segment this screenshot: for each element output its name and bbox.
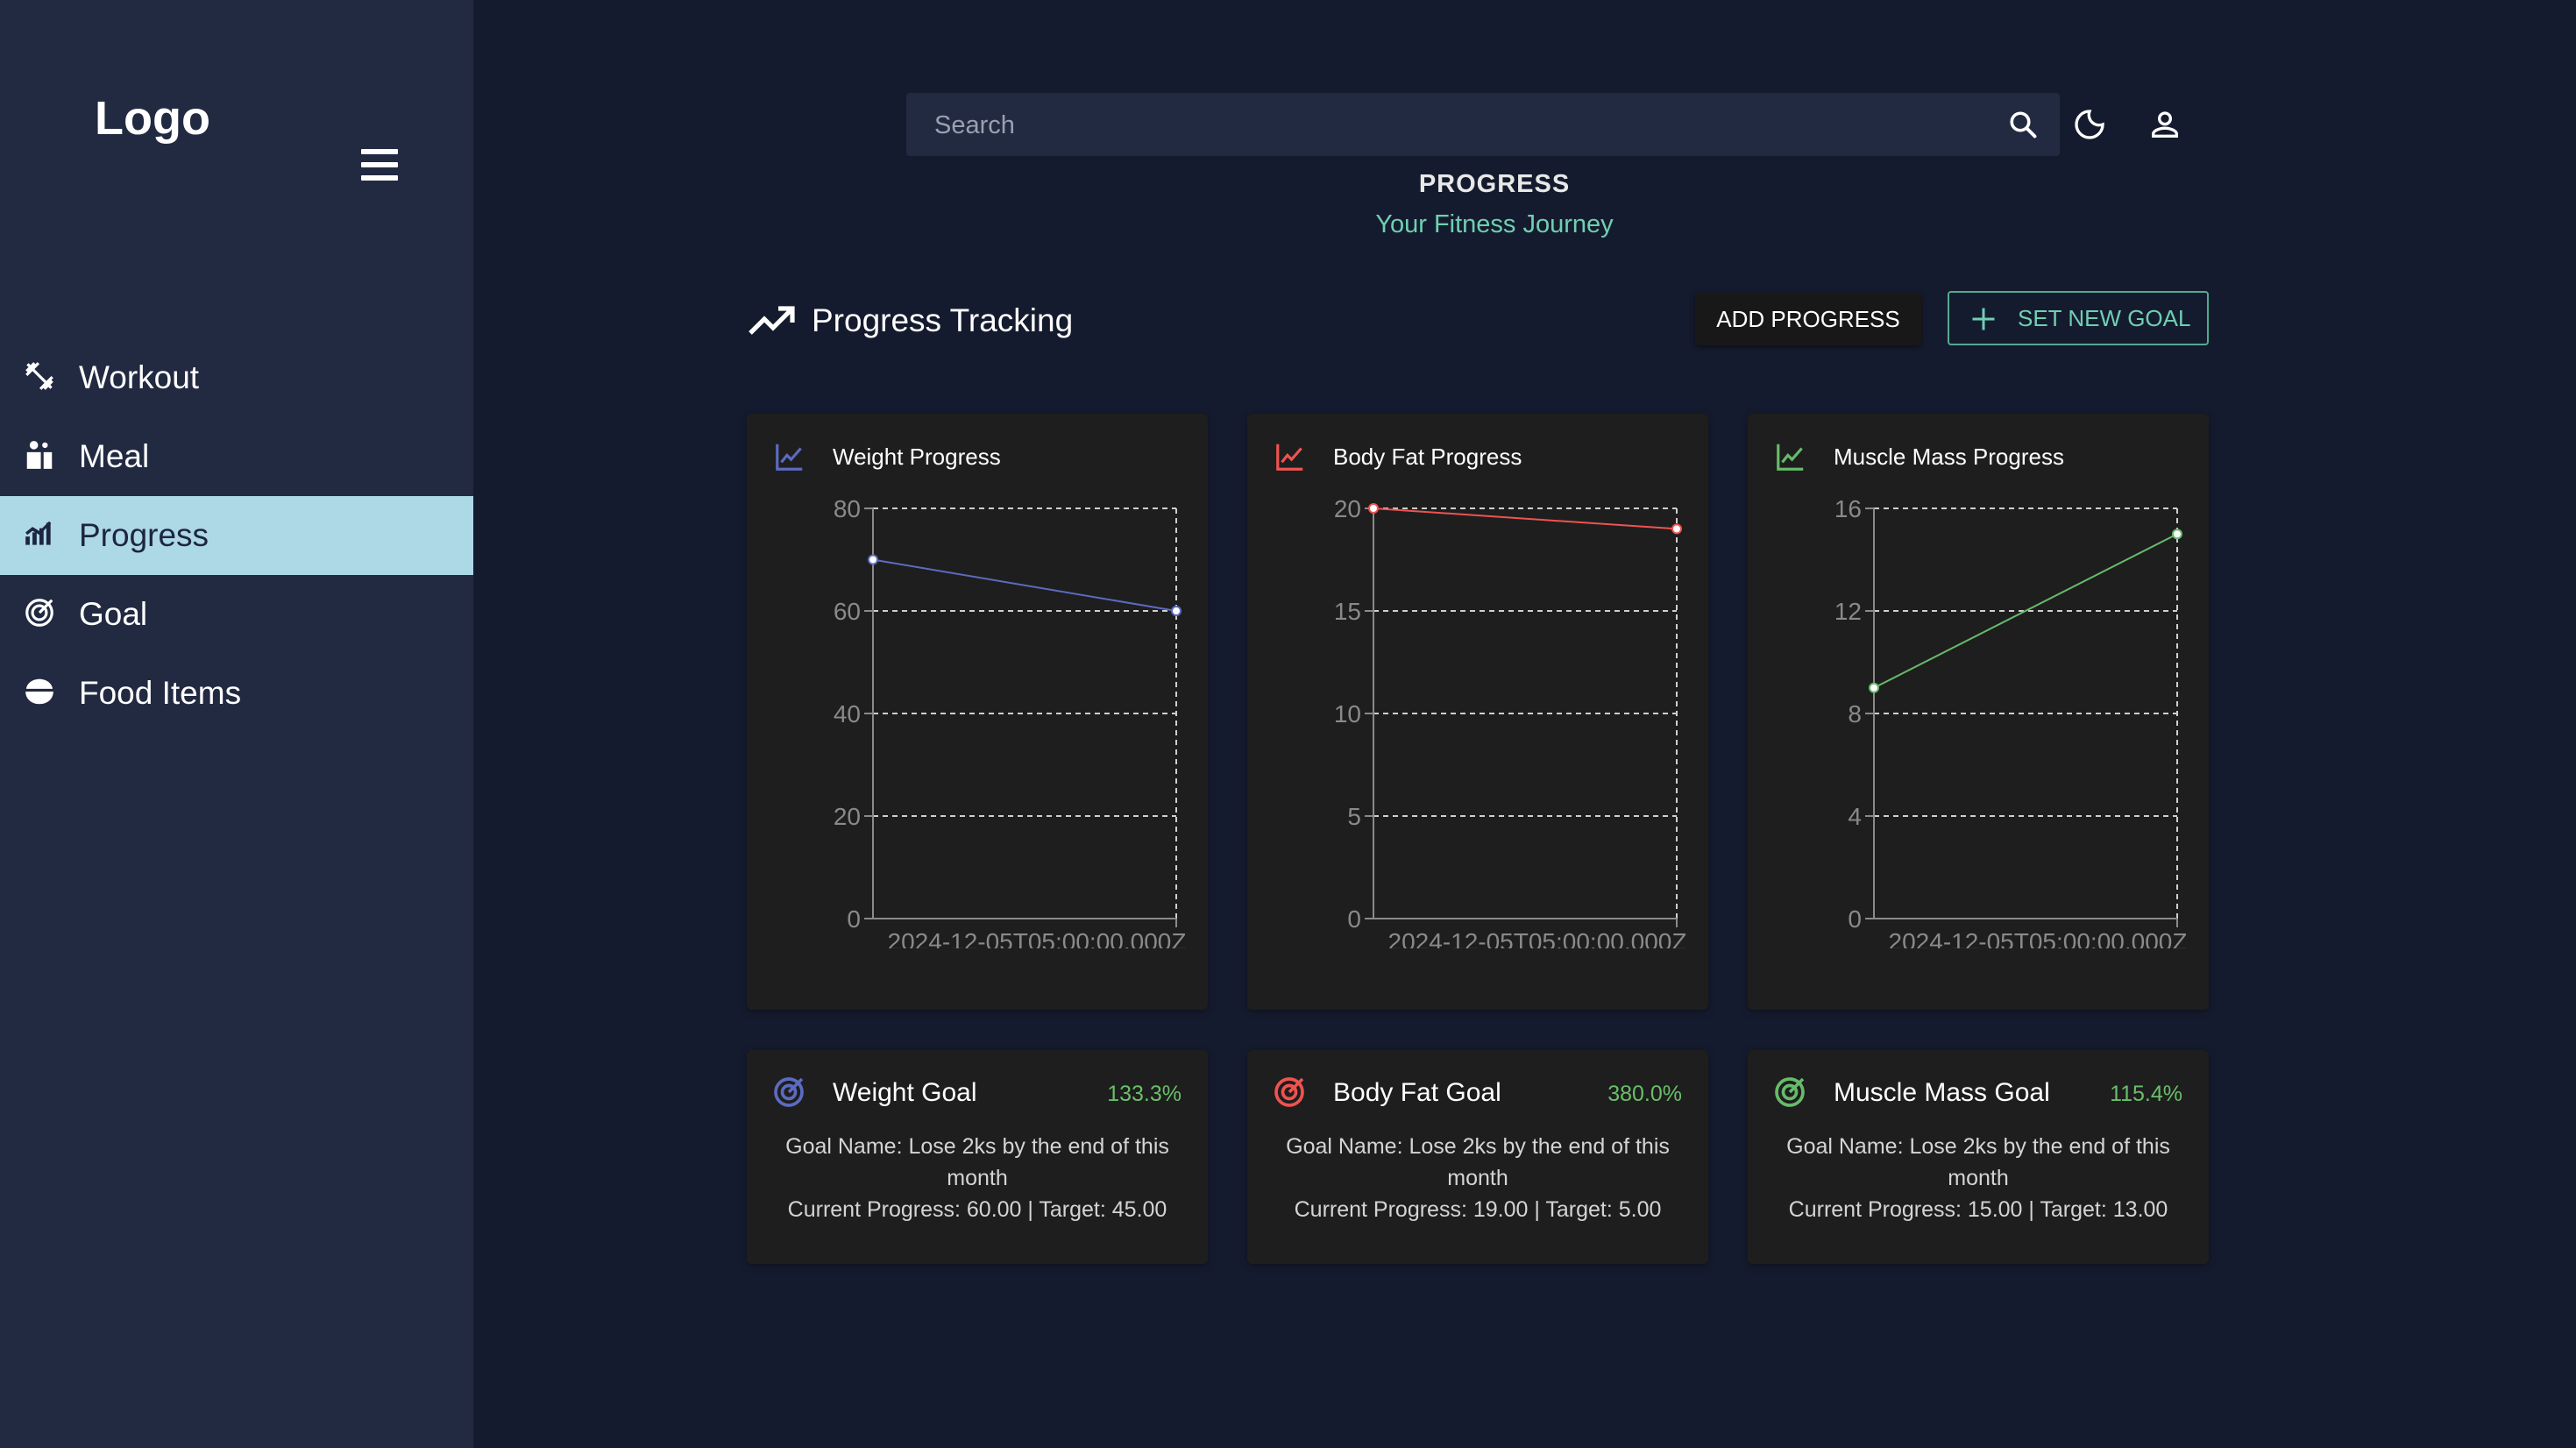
goal-title: Body Fat Goal xyxy=(1333,1078,1501,1107)
add-progress-button[interactable]: ADD PROGRESS xyxy=(1695,293,1921,345)
y-tick-label: 5 xyxy=(1347,803,1361,830)
sidebar-item-meal[interactable]: Meal xyxy=(0,417,473,496)
goal-title: Weight Goal xyxy=(833,1078,977,1107)
goal-title: Muscle Mass Goal xyxy=(1834,1078,2050,1107)
goal-percent: 133.3% xyxy=(1107,1082,1182,1106)
y-tick-label: 80 xyxy=(834,495,861,522)
sidebar-item-label: Meal xyxy=(79,438,150,474)
weight-chart: 0 20 40 60 80 2024-12-05T05:00:00.000Z xyxy=(834,495,1187,948)
goal-name: Goal Name: Lose 2ks by the end of this m… xyxy=(1786,1134,2170,1190)
body-fat-progress-card: Body Fat Progress 0 5 10 15 20 2024-12-05T05:… xyxy=(1247,414,1708,1010)
plus-icon xyxy=(1972,308,1995,330)
search-icon[interactable] xyxy=(2007,109,2039,140)
weight-goal-card: Weight Goal 133.3% Goal Name: Lose 2ks b… xyxy=(747,1050,1208,1264)
chart-title: Weight Progress xyxy=(833,444,1001,470)
data-point xyxy=(1368,503,1379,514)
y-tick-label: 12 xyxy=(1834,598,1862,625)
data-point xyxy=(1869,682,1879,693)
series-line xyxy=(1873,533,2178,689)
series-line xyxy=(1373,508,1678,530)
search-input[interactable] xyxy=(933,93,1953,158)
goal-percent: 115.4% xyxy=(2110,1082,2182,1106)
body-fat-goal-card: Body Fat Goal 380.0% Goal Name: Lose 2ks… xyxy=(1247,1050,1708,1264)
y-tick-label: 0 xyxy=(847,905,861,933)
x-tick-label: 2024-12-05T05:00:00.000Z xyxy=(1388,928,1687,948)
dumbbell-icon xyxy=(25,362,53,390)
weight-progress-card: Weight Progress 0 20 40 60 80 2024-12-05T05:0… xyxy=(747,414,1208,1010)
sidebar-item-label: Workout xyxy=(79,359,200,395)
bar-chart-icon xyxy=(25,521,52,545)
sidebar-item-goal[interactable]: Goal xyxy=(0,575,473,654)
trending-up-icon xyxy=(749,306,795,335)
page-title: PROGRESS xyxy=(1418,170,1571,198)
line-chart-icon xyxy=(1777,444,1804,471)
muscle-mass-chart: 0 4 8 12 16 2024-12-05T05:00:00.000Z xyxy=(1834,495,2188,948)
rice-bowl-icon xyxy=(25,678,53,705)
data-point xyxy=(1671,523,1682,535)
target-icon xyxy=(774,1077,804,1107)
target-icon xyxy=(1274,1077,1304,1107)
data-point xyxy=(2172,529,2182,540)
y-tick-label: 4 xyxy=(1848,803,1862,830)
chart-title: Body Fat Progress xyxy=(1333,444,1522,470)
goal-name: Goal Name: Lose 2ks by the end of this m… xyxy=(785,1134,1169,1190)
muscle-mass-goal-card: Muscle Mass Goal 115.4% Goal Name: Lose … xyxy=(1748,1050,2209,1264)
data-point xyxy=(1171,606,1182,616)
sidebar-nav: Workout Meal Progress Goal Food Items xyxy=(0,338,473,733)
chart-title: Muscle Mass Progress xyxy=(1834,444,2064,470)
section-title: Progress Tracking xyxy=(812,302,1074,338)
y-tick-label: 8 xyxy=(1848,700,1862,728)
line-chart-icon xyxy=(1276,444,1303,471)
logo: Logo xyxy=(95,92,210,145)
goal-progress: Current Progress: 19.00 | Target: 5.00 xyxy=(1294,1197,1662,1222)
set-new-goal-label: SET NEW GOAL xyxy=(2018,305,2191,331)
target-icon xyxy=(25,599,53,627)
goal-progress: Current Progress: 60.00 | Target: 45.00 xyxy=(787,1197,1167,1222)
y-tick-label: 16 xyxy=(1834,495,1862,522)
meal-icon xyxy=(26,441,53,469)
y-tick-label: 0 xyxy=(1848,905,1862,933)
series-line xyxy=(872,558,1177,612)
x-tick-label: 2024-12-05T05:00:00.000Z xyxy=(888,928,1187,948)
sidebar-item-progress[interactable]: Progress xyxy=(0,496,473,575)
data-point xyxy=(868,554,878,565)
body-fat-chart: 0 5 10 15 20 2024-12-05T05:00:00.000Z xyxy=(1334,495,1687,948)
target-icon xyxy=(1775,1077,1805,1107)
sidebar-item-label: Food Items xyxy=(79,675,242,711)
muscle-mass-progress-card: Muscle Mass Progress 0 4 8 12 16 2024-12-05T0… xyxy=(1748,414,2209,1010)
y-tick-label: 20 xyxy=(834,803,861,830)
goal-progress: Current Progress: 15.00 | Target: 13.00 xyxy=(1788,1197,2168,1222)
set-new-goal-button[interactable]: SET NEW GOAL xyxy=(1948,291,2209,345)
search-bar xyxy=(906,93,2060,158)
sidebar-item-label: Progress xyxy=(79,517,209,553)
goal-percent: 380.0% xyxy=(1607,1082,1682,1106)
y-tick-label: 0 xyxy=(1347,905,1361,933)
goal-name: Goal Name: Lose 2ks by the end of this m… xyxy=(1286,1134,1670,1190)
y-tick-label: 10 xyxy=(1334,700,1361,728)
y-tick-label: 40 xyxy=(834,700,861,728)
y-tick-label: 15 xyxy=(1334,598,1361,625)
sidebar-item-label: Goal xyxy=(79,596,148,632)
user-icon[interactable] xyxy=(2147,107,2182,142)
line-chart-icon xyxy=(776,444,803,471)
dark-mode-icon[interactable] xyxy=(2072,107,2107,142)
y-tick-label: 20 xyxy=(1334,495,1361,522)
sidebar-item-food-items[interactable]: Food Items xyxy=(0,654,473,733)
page-subtitle: Your Fitness Journey xyxy=(1375,210,1614,238)
section-header: Progress Tracking xyxy=(747,298,1073,344)
sidebar-item-workout[interactable]: Workout xyxy=(0,338,473,417)
x-tick-label: 2024-12-05T05:00:00.000Z xyxy=(1889,928,2188,948)
y-tick-label: 60 xyxy=(834,598,861,625)
